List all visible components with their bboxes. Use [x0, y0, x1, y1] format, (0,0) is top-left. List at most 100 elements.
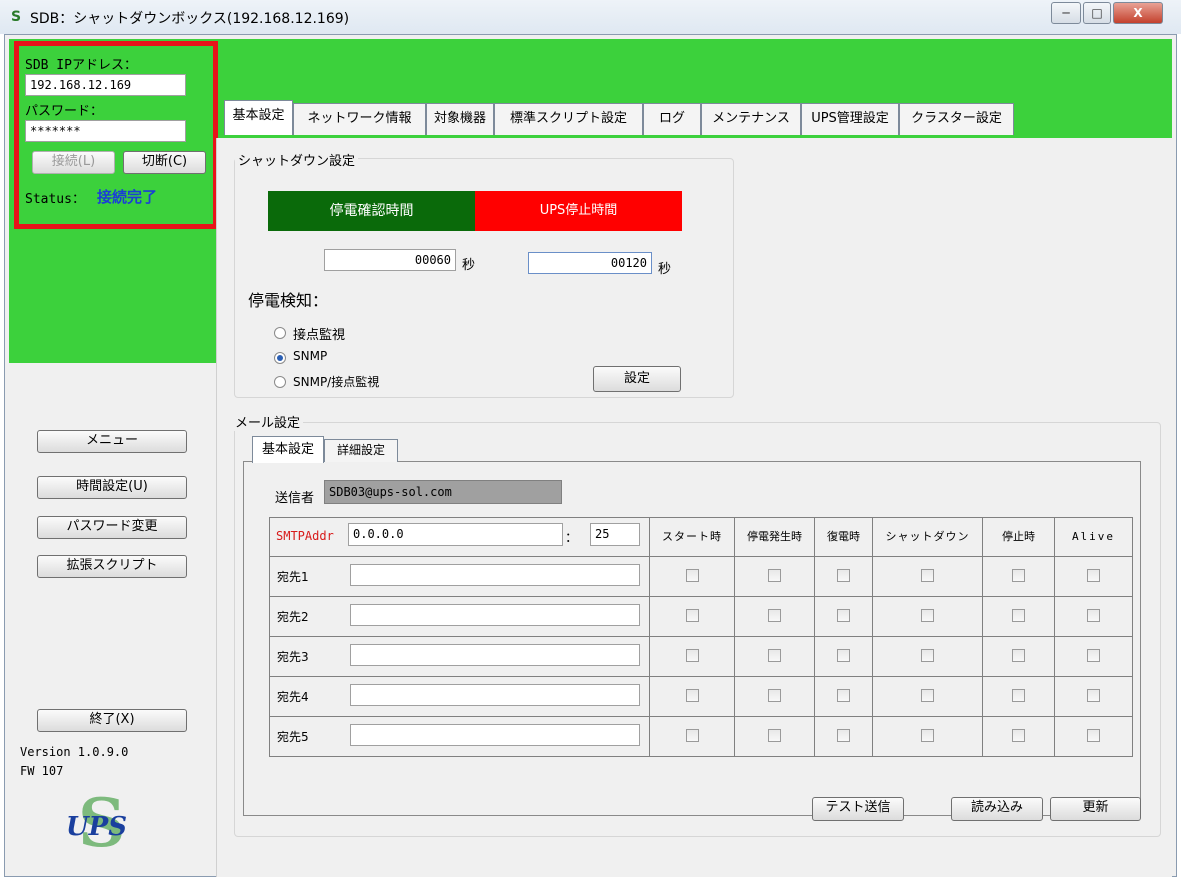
- notify-checkbox[interactable]: [837, 649, 850, 662]
- sender-label: 送信者: [275, 491, 315, 506]
- shutdown-group-title: シャットダウン設定: [235, 150, 359, 169]
- recipient-input[interactable]: [350, 724, 640, 746]
- col-header-stop: 停止時: [983, 517, 1055, 557]
- sender-field: SDB03@ups-sol.com: [324, 480, 562, 504]
- tab-maintenance[interactable]: メンテナンス: [701, 103, 801, 135]
- outage-unit-label: 秒: [462, 258, 476, 273]
- col-header-alive: Alive: [1055, 517, 1133, 557]
- tab-log[interactable]: ログ: [643, 103, 701, 135]
- notify-checkbox[interactable]: [1087, 689, 1100, 702]
- ups-logo: S UPS: [60, 784, 140, 862]
- time-settings-button[interactable]: 時間設定(U): [37, 476, 187, 499]
- ip-label: SDB IPアドレス：: [25, 58, 137, 73]
- smtp-port-input[interactable]: 25: [590, 523, 640, 546]
- notify-checkbox[interactable]: [686, 609, 699, 622]
- col-header-outage: 停電発生時: [735, 517, 815, 557]
- connect-button[interactable]: 接続(L): [32, 151, 115, 174]
- notify-checkbox[interactable]: [768, 689, 781, 702]
- maximize-button[interactable]: □: [1083, 2, 1111, 24]
- version-text: Version 1.0.9.0: [20, 745, 129, 759]
- ip-input[interactable]: 192.168.12.169: [25, 74, 186, 96]
- radio-snmp-label: SNMP: [293, 349, 328, 363]
- notify-checkbox[interactable]: [1087, 729, 1100, 742]
- password-input[interactable]: *******: [25, 120, 186, 142]
- recipient-label: 宛先3: [277, 650, 309, 664]
- notify-checkbox[interactable]: [768, 569, 781, 582]
- notify-checkbox[interactable]: [921, 649, 934, 662]
- radio-snmp[interactable]: [274, 352, 286, 364]
- outage-detection-label: 停電検知：: [248, 291, 329, 310]
- close-button[interactable]: X: [1113, 2, 1163, 24]
- notify-checkbox[interactable]: [1012, 649, 1025, 662]
- col-header-shutdown: シャットダウン: [873, 517, 983, 557]
- recipient-input[interactable]: [350, 604, 640, 626]
- recipient-label: 宛先1: [277, 570, 309, 584]
- recipient-input[interactable]: [350, 564, 640, 586]
- notify-checkbox[interactable]: [1087, 649, 1100, 662]
- recipient-input[interactable]: [350, 644, 640, 666]
- mail-tab-basic[interactable]: 基本設定: [252, 436, 324, 463]
- radio-contact-monitor-label: 接点監視: [293, 328, 346, 343]
- notify-checkbox[interactable]: [686, 689, 699, 702]
- notify-checkbox[interactable]: [686, 729, 699, 742]
- notify-checkbox[interactable]: [921, 729, 934, 742]
- status-label: Status：: [25, 192, 85, 207]
- window-title: SDB：シャットダウンボックス(192.168.12.169): [30, 11, 350, 27]
- tab-cluster[interactable]: クラスター設定: [899, 103, 1014, 135]
- tab-network-info[interactable]: ネットワーク情報: [293, 103, 426, 135]
- change-password-button[interactable]: パスワード変更: [37, 516, 187, 539]
- notify-checkbox[interactable]: [1012, 569, 1025, 582]
- notify-checkbox[interactable]: [837, 689, 850, 702]
- notify-checkbox[interactable]: [921, 569, 934, 582]
- app-icon: S: [10, 9, 22, 25]
- tab-ups-management[interactable]: UPS管理設定: [801, 103, 899, 135]
- update-button[interactable]: 更新: [1050, 797, 1141, 821]
- notify-checkbox[interactable]: [1012, 609, 1025, 622]
- notify-checkbox[interactable]: [1012, 689, 1025, 702]
- notify-checkbox[interactable]: [837, 729, 850, 742]
- smtp-label: SMTPAddr: [276, 529, 334, 543]
- tab-standard-script[interactable]: 標準スクリプト設定: [494, 103, 643, 135]
- smtp-colon: ：: [565, 531, 579, 546]
- read-button[interactable]: 読み込み: [951, 797, 1043, 821]
- logo-ups-text: UPS: [66, 812, 128, 842]
- menu-button[interactable]: メニュー: [37, 430, 187, 453]
- notify-checkbox[interactable]: [768, 609, 781, 622]
- notify-checkbox[interactable]: [1087, 569, 1100, 582]
- firmware-text: FW 107: [20, 764, 64, 778]
- radio-contact-monitor[interactable]: [274, 327, 286, 339]
- notify-checkbox[interactable]: [686, 569, 699, 582]
- notify-checkbox[interactable]: [921, 609, 934, 622]
- col-header-start: スタート時: [650, 517, 735, 557]
- notify-checkbox[interactable]: [837, 609, 850, 622]
- password-label: パスワード：: [25, 104, 104, 119]
- recipient-label: 宛先4: [277, 690, 309, 704]
- notify-checkbox[interactable]: [768, 649, 781, 662]
- outage-confirm-time-input[interactable]: 00060: [324, 249, 456, 271]
- test-send-button[interactable]: テスト送信: [812, 797, 904, 821]
- outage-confirm-time-header: 停電確認時間: [268, 191, 475, 231]
- notify-checkbox[interactable]: [921, 689, 934, 702]
- notify-checkbox[interactable]: [837, 569, 850, 582]
- notify-checkbox[interactable]: [1087, 609, 1100, 622]
- set-button[interactable]: 設定: [593, 366, 681, 392]
- notify-checkbox[interactable]: [1012, 729, 1025, 742]
- notify-checkbox[interactable]: [768, 729, 781, 742]
- minimize-button[interactable]: ─: [1051, 2, 1081, 24]
- col-header-recovery: 復電時: [815, 517, 873, 557]
- smtp-address-input[interactable]: 0.0.0.0: [348, 523, 563, 546]
- exit-button[interactable]: 終了(X): [37, 709, 187, 732]
- ups-stop-time-input[interactable]: 00120: [528, 252, 652, 274]
- tab-target-devices[interactable]: 対象機器: [426, 103, 494, 135]
- mail-tab-detail[interactable]: 詳細設定: [324, 439, 398, 462]
- status-value: 接続完了: [97, 188, 158, 206]
- notify-checkbox[interactable]: [686, 649, 699, 662]
- ups-stop-unit-label: 秒: [658, 262, 672, 277]
- tab-basic-settings[interactable]: 基本設定: [224, 100, 293, 135]
- radio-snmp-contact[interactable]: [274, 376, 286, 388]
- extended-script-button[interactable]: 拡張スクリプト: [37, 555, 187, 578]
- recipient-label: 宛先5: [277, 730, 309, 744]
- disconnect-button[interactable]: 切断(C): [123, 151, 206, 174]
- title-bar: S SDB：シャットダウンボックス(192.168.12.169) ─ □ X: [0, 0, 1181, 34]
- recipient-input[interactable]: [350, 684, 640, 706]
